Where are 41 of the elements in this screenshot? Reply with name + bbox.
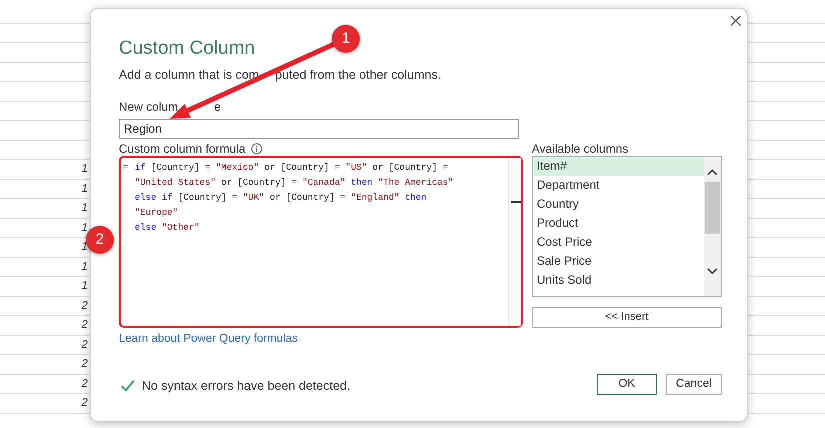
cell-value: 2 [80,396,89,411]
formula-prefix: = [123,162,130,175]
field-label: New colum [119,98,178,116]
help-link[interactable]: Learn about Power Query formulas [119,331,298,348]
ok-button[interactable]: OK [597,374,657,395]
chevron-down-icon[interactable] [707,268,718,275]
cell-value: 1 [80,182,89,196]
cell-value: 2 [80,338,89,352]
info-icon[interactable] [250,143,263,155]
cell-value: 1 [80,240,89,255]
formula-editor[interactable]: = if [Country] = "Mexico" or [Country] = "US" or [Country] = "United States" or [Country] = "Canada" then "The Americas" else if [Country] = "UK" or [Country] = "England" then "Europe" else "Other" [119,156,523,328]
cell-value: 1 [80,279,89,294]
code-line: "Europe" [135,207,178,220]
cell-value: 1 [80,162,89,177]
cell-value: 2 [80,357,89,372]
cell-value: 2 [80,298,89,314]
field-label: Available columns [532,141,628,158]
cell-value: 1 [80,260,89,274]
code-line: else "Other" [135,222,200,235]
cell-value: 2 [80,318,89,333]
dialog-title: Custom Column [119,37,256,61]
field-label: Custom column formula [119,141,246,158]
dialog-subtitle: puted from the other columns. [275,67,442,84]
insert-button[interactable]: << Insert [532,307,722,328]
chevron-up-icon[interactable] [707,169,718,176]
close-icon[interactable] [731,16,741,26]
column-item[interactable]: Item# [533,157,704,176]
code-line: "United States" or [Country] = "Canada" then "The Americas" [135,177,454,190]
field-label: e [214,98,222,116]
check-icon [121,380,135,392]
code-line: else if [Country] = "UK" or [Country] = "England" then [135,192,427,205]
code-line: if [Country] = "Mexico" or [Country] = "US" or [Country] = [135,162,448,175]
cell-value: 2 [80,376,89,392]
list-scrollbar[interactable] [704,157,721,296]
cell-value: 1 [80,220,89,236]
editor-scrollbar[interactable] [508,158,521,326]
column-name-field[interactable]: Region [119,118,519,139]
status-message: No syntax errors have been detected. [142,378,350,395]
cell-value: 1 [80,201,89,216]
cancel-button[interactable]: Cancel [666,374,722,395]
scroll-thumb[interactable] [705,182,720,234]
